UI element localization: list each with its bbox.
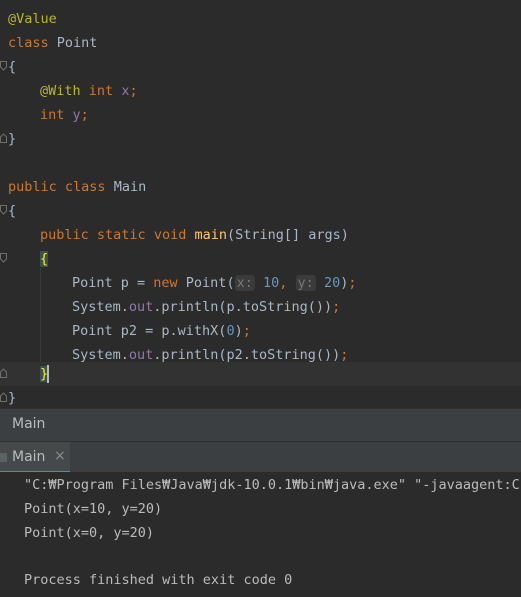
- keyword: new: [153, 275, 178, 291]
- fold-marker-icon[interactable]: [0, 133, 7, 143]
- code-editor[interactable]: @Value class Point { @With int x; int y;…: [0, 0, 521, 408]
- code-text: System.: [72, 299, 129, 315]
- code-text: Point(: [177, 275, 235, 291]
- fold-marker-icon[interactable]: [0, 61, 7, 71]
- keyword: void: [153, 227, 187, 243]
- parameter-hint-x: x:: [234, 275, 255, 291]
- static-field: out: [128, 347, 154, 363]
- keyword: class: [8, 35, 49, 51]
- close-tab-icon[interactable]: ×: [54, 448, 66, 464]
- code-line-16-current[interactable]: }: [0, 362, 521, 386]
- code-line-9[interactable]: {: [0, 199, 521, 223]
- number-literal: 20: [323, 275, 341, 291]
- console-line: Point(x=0, y=20): [24, 525, 155, 541]
- static-field: out: [128, 299, 154, 315]
- code-line-2[interactable]: class Point: [0, 31, 521, 55]
- code-line-13[interactable]: System.out.println(p.toString());: [0, 295, 521, 319]
- semicolon: ;: [80, 107, 89, 123]
- open-brace: {: [8, 59, 17, 75]
- class-name: Main: [113, 179, 147, 195]
- field-name: y: [72, 107, 81, 123]
- keyword: public: [8, 179, 57, 195]
- semicolon: ;: [340, 347, 349, 363]
- keyword: public: [40, 227, 89, 243]
- code-line-10[interactable]: public static void main(String[] args): [0, 223, 521, 247]
- console-line: Process finished with exit code 0: [24, 572, 293, 588]
- semicolon: ;: [242, 323, 251, 339]
- semicolon: ;: [332, 299, 341, 315]
- method-params: (String[] args): [227, 227, 349, 243]
- run-tool-window-header: Main: [0, 408, 521, 441]
- fold-marker-icon[interactable]: [0, 253, 7, 263]
- code-line-11[interactable]: {: [0, 247, 521, 271]
- fold-marker-icon[interactable]: [0, 368, 7, 378]
- code-line-3[interactable]: {: [0, 55, 521, 79]
- semicolon: ;: [348, 275, 357, 291]
- close-brace: }: [8, 131, 17, 147]
- console-output[interactable]: "C:₩Program Files₩Java₩jdk-10.0.1₩bin₩ja…: [0, 472, 521, 597]
- matched-open-brace: {: [40, 251, 49, 267]
- close-brace: }: [8, 390, 17, 406]
- code-line-6[interactable]: }: [0, 127, 521, 151]
- pin-icon: [0, 453, 7, 462]
- class-name: Point: [56, 35, 98, 51]
- parameter-hint-y: y:: [295, 275, 316, 291]
- keyword: int: [88, 83, 114, 99]
- tab-label: Main: [12, 449, 46, 465]
- code-text: Point p2 = p.withX(: [72, 323, 227, 339]
- code-line-5[interactable]: int y;: [0, 103, 521, 127]
- number-literal: 10: [262, 275, 280, 291]
- keyword: class: [64, 179, 106, 195]
- tab-main[interactable]: Main ×: [0, 442, 70, 473]
- code-text: .println(p.toString()): [153, 299, 333, 315]
- run-window-title: Main: [12, 416, 46, 432]
- code-line-8[interactable]: public class Main: [0, 175, 521, 199]
- code-text: ): [234, 323, 243, 339]
- code-line-17[interactable]: }: [0, 386, 521, 410]
- open-brace: {: [8, 203, 17, 219]
- code-line-1[interactable]: @Value: [0, 7, 521, 31]
- number-literal: 0: [226, 323, 235, 339]
- keyword: static: [96, 227, 146, 243]
- console-line: "C:₩Program Files₩Java₩jdk-10.0.1₩bin₩ja…: [24, 477, 521, 493]
- console-line: Point(x=10, y=20): [24, 501, 163, 517]
- annotation-with: @With: [40, 83, 81, 99]
- annotation-value: @Value: [8, 11, 57, 27]
- code-text: Point p =: [72, 275, 154, 291]
- code-text: System.: [72, 347, 129, 363]
- method-name: main: [194, 227, 228, 243]
- code-line-12[interactable]: Point p = new Point(x: 10, y: 20);: [0, 271, 521, 295]
- keyword: int: [40, 107, 65, 123]
- code-line-4[interactable]: @With int x;: [0, 79, 521, 103]
- text-caret: [47, 365, 49, 383]
- code-text: .println(p2.toString()): [153, 347, 341, 363]
- comma: ,: [279, 275, 288, 291]
- run-tab-bar: Main ×: [0, 441, 521, 473]
- fold-marker-icon[interactable]: [0, 392, 7, 402]
- code-line-14[interactable]: Point p2 = p.withX(0);: [0, 319, 521, 343]
- semicolon: ;: [129, 83, 138, 99]
- fold-marker-icon[interactable]: [0, 205, 7, 215]
